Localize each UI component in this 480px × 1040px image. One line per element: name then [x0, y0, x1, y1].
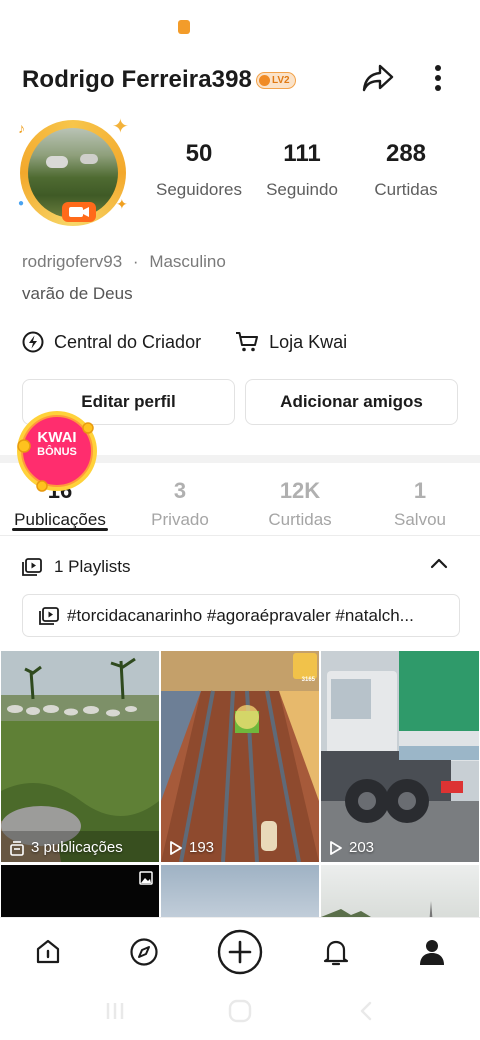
nav-profile[interactable]: [408, 928, 456, 976]
profile-name: Rodrigo Ferreira398: [22, 66, 252, 93]
stat-label: Seguindo: [266, 180, 338, 199]
stat-value: 111: [283, 140, 321, 167]
stat-following[interactable]: 111 Seguindo: [250, 140, 354, 200]
tab-count: 3: [173, 478, 187, 503]
name-row: Rodrigo Ferreira398 LV2: [22, 66, 296, 94]
playlist-icon: [22, 558, 42, 576]
nav-create[interactable]: [216, 928, 264, 976]
nav-discover[interactable]: [120, 928, 168, 976]
stat-followers[interactable]: 50 Seguidores: [147, 140, 251, 200]
stat-label: Curtidas: [374, 180, 438, 199]
back-icon[interactable]: [358, 1001, 374, 1021]
compass-icon: [130, 938, 158, 966]
camera-badge-icon: [62, 202, 96, 222]
gender: Masculino: [149, 252, 226, 271]
cell-overlay-text: 3 publicações: [31, 839, 123, 856]
sparkle-icon: ✦: [116, 196, 128, 212]
cart-icon: [236, 332, 259, 352]
kwai-shop-link[interactable]: Loja Kwai: [235, 331, 347, 353]
plus-circle-icon: [217, 929, 263, 975]
game-thumbnail-image: [161, 651, 319, 862]
bio: varão de Deus: [22, 284, 133, 303]
system-navigation-bar: [0, 983, 480, 1040]
view-count: 203: [349, 839, 375, 856]
creator-center-label: Central do Criador: [54, 331, 202, 352]
tab-label: Salvou: [394, 510, 446, 529]
more-vertical-icon: [435, 65, 441, 91]
stat-value: 288: [385, 140, 427, 167]
lightning-icon: [22, 331, 44, 353]
tab-count: 1: [413, 478, 427, 503]
tab-count: 12K: [279, 478, 321, 503]
tab-private[interactable]: 3 Privado: [120, 478, 240, 530]
video-thumbnail[interactable]: 203: [321, 651, 479, 862]
username-row: rodrigoferv93 · Masculino: [22, 252, 226, 272]
avatar[interactable]: ♪ ✦ ✦ ●: [16, 112, 132, 228]
user-icon: [420, 940, 444, 965]
home-icon: [36, 939, 60, 964]
profile-links: Central do Criador Loja Kwai: [22, 328, 381, 356]
playlist-icon: [39, 606, 59, 625]
video-thumbnail[interactable]: 3165 193: [161, 651, 319, 862]
tab-liked[interactable]: 12K Curtidas: [240, 478, 360, 530]
view-count: 193: [189, 839, 215, 856]
username: rodrigoferv93: [22, 252, 123, 271]
kwai-bonus-line2: BÔNUS: [37, 446, 77, 458]
sky-thumbnail-image: [321, 901, 433, 917]
home-button-icon[interactable]: [228, 999, 252, 1023]
nav-notifications[interactable]: [312, 928, 360, 976]
recent-apps-icon[interactable]: [104, 1001, 126, 1021]
stat-label: Seguidores: [155, 180, 242, 199]
music-note-icon: ♪: [18, 120, 25, 136]
chevron-up-icon[interactable]: [430, 556, 448, 570]
notification-app-icon: [178, 20, 190, 34]
video-thumbnail[interactable]: [1, 865, 159, 917]
cell-overlay: 193: [169, 839, 214, 856]
corner-badge-count: 3165: [301, 677, 315, 683]
video-grid: 3 publicações 3165 193 203: [0, 651, 480, 917]
image-post-icon: [139, 871, 153, 885]
creator-center-link[interactable]: Central do Criador: [22, 331, 201, 353]
active-tab-indicator: [12, 528, 108, 531]
level-label: LV2: [271, 74, 290, 86]
stat-likes[interactable]: 288 Curtidas: [354, 140, 458, 200]
video-thumbnail[interactable]: [161, 865, 319, 917]
kwai-bonus-button[interactable]: KWAI BÔNUS: [12, 406, 102, 496]
playlist-count-label: 1 Playlists: [54, 557, 131, 576]
tab-label: Curtidas: [268, 510, 332, 529]
bell-icon: [323, 940, 349, 966]
playlist-row[interactable]: 1 Playlists: [22, 552, 460, 582]
tab-label: Privado: [151, 510, 209, 529]
playlist-title: #torcidacanarinho #agoraépravaler #natal…: [67, 605, 414, 625]
stat-value: 50: [185, 140, 213, 167]
video-thumbnail[interactable]: 3 publicações: [1, 651, 159, 862]
tab-saved[interactable]: 1 Salvou: [360, 478, 480, 530]
truck-thumbnail-image: [321, 651, 479, 862]
separator: ·: [132, 252, 139, 271]
play-icon: [330, 840, 342, 855]
cell-overlay: 3 publicações: [9, 839, 123, 856]
profile-stats: 50 Seguidores 111 Seguindo 288 Curtidas: [150, 140, 460, 210]
cell-overlay: 203: [329, 839, 374, 856]
play-icon: [170, 840, 182, 855]
profile-header: Rodrigo Ferreira398 LV2: [0, 52, 480, 108]
nav-home[interactable]: [24, 928, 72, 976]
star-icon: ✦: [112, 116, 129, 138]
share-icon: [362, 64, 394, 92]
add-friends-button[interactable]: Adicionar amigos: [245, 379, 458, 425]
bottom-navigation: [0, 917, 480, 983]
collection-icon: [10, 840, 24, 856]
kwai-shop-label: Loja Kwai: [269, 331, 348, 352]
level-icon: [258, 74, 270, 86]
kwai-bonus-line1: KWAI: [37, 429, 77, 446]
more-options-button[interactable]: [420, 58, 456, 98]
level-badge[interactable]: LV2: [255, 71, 296, 89]
sparkle-icon: ●: [18, 198, 25, 209]
pasture-thumbnail-image: [1, 651, 159, 862]
tab-label: Publicações: [14, 510, 106, 529]
video-thumbnail[interactable]: [321, 865, 479, 917]
playlist-card[interactable]: #torcidacanarinho #agoraépravaler #natal…: [22, 594, 460, 637]
share-button[interactable]: [358, 58, 398, 98]
status-bar: [0, 0, 480, 50]
